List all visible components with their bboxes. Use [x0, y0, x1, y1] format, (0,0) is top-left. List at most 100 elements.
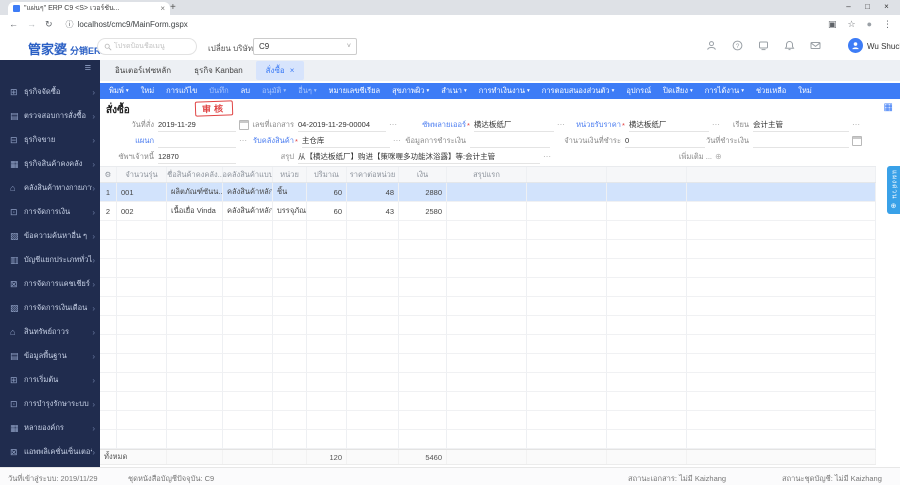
column-header[interactable]: เงิน [399, 167, 447, 182]
table-cell[interactable] [447, 202, 527, 221]
table-cell[interactable]: บรรจุภัณฑ์ [273, 202, 307, 221]
sidebar-item[interactable]: ⊠ การจัดการแคชเชียร์ › [0, 272, 100, 296]
toolbar-button[interactable]: ลบ [235, 85, 256, 97]
column-header[interactable]: หน่วย [273, 167, 307, 182]
menu-search-box[interactable] [97, 38, 197, 55]
avatar[interactable] [848, 38, 863, 53]
hamburger-icon[interactable]: ≡ [85, 62, 91, 74]
table-cell[interactable]: เนื้อเยื่อ Vinda [167, 202, 223, 221]
sidebar-item[interactable]: ⊞ การเริ่มต้น › [0, 368, 100, 392]
table-cell[interactable]: 43 [347, 202, 399, 221]
sidebar-item[interactable]: ⊞ ธุรกิจจัดซื้อ › [0, 80, 100, 104]
form-field-value[interactable]: 04-2019-11-29-00004 [298, 118, 386, 132]
form-field-value[interactable]: 横达板纸厂 [473, 118, 554, 132]
reload-icon[interactable]: ↻ [45, 19, 53, 30]
table-cell[interactable]: 60 [307, 202, 347, 221]
sidebar-item[interactable]: ▥ บัญชีแยกประเภททั่วไป › [0, 248, 100, 272]
notification-icon[interactable] [784, 40, 810, 51]
profile-icon[interactable]: ● [867, 19, 872, 29]
sidebar-item[interactable]: ▦ หลายองค์กร › [0, 416, 100, 440]
sidebar-item[interactable]: ▤ ตรวจสอบการสั่งซื้อ › [0, 104, 100, 128]
table-row[interactable]: 1 001 ผลิตภัณฑ์ซันน... คลังสินค้าหลัก ชิ้น 60… [100, 183, 876, 202]
table-cell[interactable]: คลังสินค้าหลัก [223, 183, 273, 202]
form-field-value[interactable]: 从【横达板纸厂】购进【策咪喱多功能沐浴露】等:会计主管 [298, 150, 540, 164]
column-header[interactable]: ชื่อสินค้าคงคลัง.. [167, 167, 223, 182]
tab-close-icon[interactable]: × [290, 66, 295, 75]
tab-close-icon[interactable]: × [160, 4, 165, 13]
document-tab[interactable]: สั่งซื้อ × [255, 61, 305, 80]
side-panel-toggle[interactable]: แผงด่วน ⊕ [887, 166, 900, 214]
column-header[interactable]: ราคาต่อหน่วย [347, 167, 399, 182]
user-name[interactable]: Wu Shuchan [867, 42, 900, 51]
page-info-icon[interactable]: ⓘ [66, 19, 74, 30]
toolbar-button[interactable]: ปิดเสียง ▾ [657, 85, 699, 97]
toolbar-button[interactable]: การแก้ไข [160, 85, 203, 97]
ellipsis-lookup-icon[interactable]: ⋯ [852, 121, 860, 129]
document-tab[interactable]: ธุรกิจ Kanban [184, 61, 253, 80]
toolbar-button[interactable]: การทำเงินงาน ▾ [473, 85, 536, 97]
column-header[interactable]: ชื่อคลังสินค้าแบบ.. [223, 167, 273, 182]
sidebar-item[interactable]: ▤ ข้อมูลพื้นฐาน › [0, 344, 100, 368]
url-field[interactable]: localhost/cmc9/MainForm.gspx [78, 20, 817, 29]
column-header[interactable]: จำนวนรุ่น [117, 167, 167, 182]
toolbar-button[interactable]: พิมพ์ ▾ [103, 85, 135, 97]
workspace-icon[interactable] [758, 40, 784, 51]
new-tab-button[interactable]: + [170, 0, 176, 15]
sidebar-item[interactable]: ⊡ การจัดการเงิน › [0, 200, 100, 224]
sidebar-item[interactable]: ⌂ สินทรัพย์ถาวร › [0, 320, 100, 344]
search-input[interactable] [112, 42, 178, 51]
table-cell[interactable]: 2880 [399, 183, 447, 202]
sidebar-item[interactable]: ⊠ แอพพลิเคชั่นเซ็นเตอร์ › [0, 440, 100, 464]
sidebar-item[interactable]: ▨ การจัดการเงินเดือน › [0, 296, 100, 320]
table-cell[interactable]: 001 [117, 183, 167, 202]
forward-icon[interactable]: → [27, 19, 36, 29]
form-field-value[interactable] [470, 134, 550, 148]
form-field-value[interactable]: 主仓库 [301, 134, 390, 148]
sidebar-item[interactable]: ▦ ธุรกิจสินค้าคงคลัง › [0, 152, 100, 176]
toolbar-button[interactable]: การตอบสนองส่วนตัว ▾ [536, 85, 621, 97]
mail-icon[interactable] [810, 40, 836, 51]
toolbar-button[interactable]: อุปกรณ์ [620, 85, 657, 97]
table-cell[interactable]: ผลิตภัณฑ์ซันน... [167, 183, 223, 202]
sidebar-item[interactable]: ▧ ข้อความค้นหาอื่น ๆ › [0, 224, 100, 248]
company-select[interactable]: C9 ˅ [253, 38, 357, 55]
table-cell[interactable]: 60 [307, 183, 347, 202]
form-field-value[interactable]: 横达板纸厂 [628, 118, 709, 132]
toolbar-button[interactable]: ใหม่ [135, 85, 161, 97]
table-cell[interactable]: 48 [347, 183, 399, 202]
calendar-icon[interactable] [852, 136, 862, 146]
translate-icon[interactable]: ▣ [828, 19, 837, 30]
form-field-value[interactable]: 会计主管 [753, 118, 849, 132]
back-icon[interactable]: ← [9, 19, 18, 29]
toolbar-button[interactable]: สำเนา ▾ [435, 85, 472, 97]
window-close-button[interactable]: × [877, 0, 896, 14]
ellipsis-lookup-icon[interactable]: ⋯ [543, 153, 551, 161]
maximize-button[interactable]: □ [858, 0, 877, 14]
table-cell[interactable]: 2580 [399, 202, 447, 221]
toolbar-button[interactable]: ช่วยเหลือ [750, 85, 792, 97]
table-cell[interactable]: คลังสินค้าหลัก [223, 202, 273, 221]
table-cell[interactable]: 002 [117, 202, 167, 221]
sidebar-item[interactable]: ⊟ ธุรกิจขาย › [0, 128, 100, 152]
form-field-label[interactable]: รับคลังสินค้า [201, 135, 294, 147]
contacts-icon[interactable] [706, 40, 732, 51]
column-settings-gear-icon[interactable]: ⚙ [100, 167, 117, 182]
sidebar-item[interactable]: ⌂ คลังสินค้าทางกายภาพ › [0, 176, 100, 200]
bookmark-star-icon[interactable]: ☆ [847, 19, 855, 30]
layout-grid-icon[interactable]: ▦ [884, 102, 893, 113]
toolbar-button[interactable]: ใหม่ [792, 85, 818, 97]
table-cell[interactable] [447, 183, 527, 202]
browser-menu-icon[interactable]: ⋮ [883, 19, 892, 30]
toolbar-button[interactable]: หมายเลขซีเรียล [323, 85, 386, 97]
minimize-button[interactable]: – [839, 0, 858, 14]
form-field-value[interactable]: 0 [625, 134, 705, 148]
document-tab[interactable]: อินเตอร์เฟซหลัก [105, 61, 181, 80]
form-field-label[interactable]: แผนก [106, 135, 154, 147]
toolbar-button[interactable]: การได้งาน ▾ [699, 85, 750, 97]
form-field-value[interactable] [753, 134, 849, 148]
help-icon[interactable]: ? [732, 40, 758, 51]
form-field-label[interactable]: ซัพพลายเออร์ [396, 119, 466, 131]
toolbar-button[interactable]: สุขภาพผิว ▾ [386, 85, 435, 97]
browser-tab[interactable]: "แผ่นๆ" ERP C9 <S> เวอร์ชัน... × [8, 2, 170, 15]
column-header[interactable]: ปริมาณ [307, 167, 347, 182]
